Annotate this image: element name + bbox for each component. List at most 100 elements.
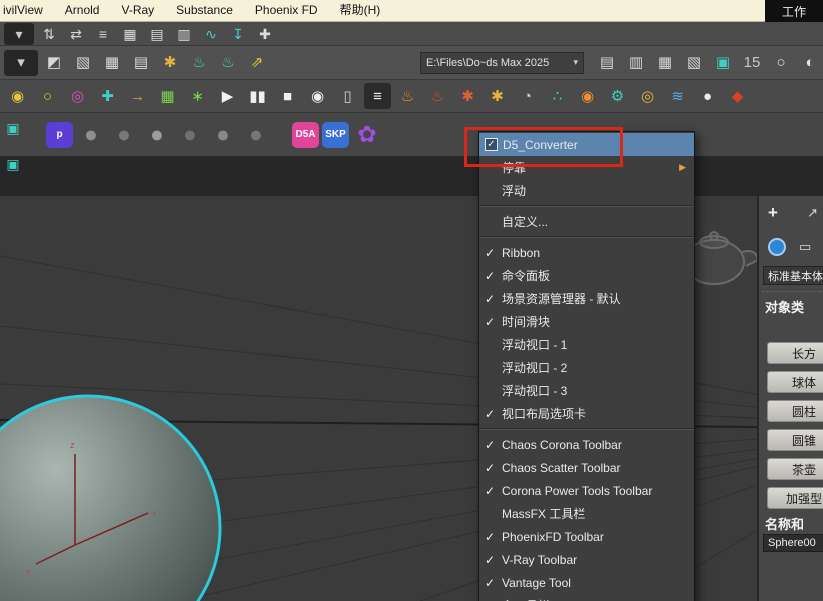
- dope-sheet-icon[interactable]: ↧: [226, 23, 250, 45]
- gear-icon-teal[interactable]: ⚙: [604, 83, 631, 109]
- material-sphere-icon-6[interactable]: ●: [241, 120, 271, 150]
- sphere-icon-white[interactable]: ●: [694, 83, 721, 109]
- name-color-rollout[interactable]: 名称和: [765, 514, 804, 533]
- pause-button[interactable]: ▮▮: [244, 83, 271, 109]
- flame-icon-orange[interactable]: ♨: [394, 83, 421, 109]
- viewport-layout-tab-icon-2[interactable]: ▣: [2, 154, 24, 174]
- project-path-dropdown[interactable]: E:\Files\Do~ds Max 2025 ▾: [420, 52, 584, 74]
- waves-icon-blue[interactable]: ≋: [664, 83, 691, 109]
- curve-editor-icon[interactable]: ∿: [199, 23, 223, 45]
- context-menu-item-18[interactable]: MassFX 工具栏: [479, 502, 694, 525]
- context-menu-item-9[interactable]: ✓时间滑块: [479, 310, 694, 333]
- material-sphere-icon-2[interactable]: ●: [109, 120, 139, 150]
- zoom-flame-icon[interactable]: ◎: [634, 83, 661, 109]
- viewport-layout-tab-icon[interactable]: ▣: [2, 118, 24, 138]
- layer-stack-icon[interactable]: ▣: [710, 50, 736, 76]
- flame-icon-red[interactable]: ♨: [424, 83, 451, 109]
- select-object-icon[interactable]: ◩: [41, 50, 67, 76]
- workspace-dropdown[interactable]: ▾: [4, 50, 38, 76]
- crosshair-icon[interactable]: ✚: [253, 23, 277, 45]
- scene-table-icon[interactable]: ▦: [99, 50, 125, 76]
- context-menu-item-7[interactable]: ✓命令面板: [479, 264, 694, 287]
- primitive-button-2[interactable]: 圆柱: [767, 400, 823, 422]
- export-arrow-icon[interactable]: →: [124, 83, 151, 109]
- context-menu-item-11[interactable]: 浮动视口 - 2: [479, 356, 694, 379]
- stop-button[interactable]: ■: [274, 83, 301, 109]
- rotate-gizmo-icon[interactable]: ◉: [4, 83, 31, 109]
- drop-icon-orange[interactable]: ◉: [574, 83, 601, 109]
- populate-badge[interactable]: p: [46, 122, 73, 148]
- select-region-icon[interactable]: ▧: [70, 50, 96, 76]
- frame-badge-15[interactable]: 15: [739, 50, 765, 76]
- burst-icon-yellow[interactable]: ✱: [484, 83, 511, 109]
- timer-icon[interactable]: ◔: [514, 83, 541, 109]
- menubar-item-2[interactable]: V-Ray: [110, 0, 165, 21]
- material-sphere-icon-5[interactable]: ●: [208, 120, 238, 150]
- menubar-item-5[interactable]: 帮助(H): [329, 0, 392, 21]
- command-list-icon[interactable]: ≡: [364, 83, 391, 109]
- sphere-object[interactable]: [0, 396, 220, 601]
- bind-spacewarp-icon[interactable]: ≡: [91, 23, 115, 45]
- snowflake-icon[interactable]: ∗: [184, 83, 211, 109]
- context-menu-item-2[interactable]: 浮动: [479, 179, 694, 202]
- burst-icon-red[interactable]: ✱: [454, 83, 481, 109]
- context-menu-item-12[interactable]: 浮动视口 - 3: [479, 379, 694, 402]
- context-menu-item-6[interactable]: ✓Ribbon: [479, 241, 694, 264]
- primitive-button-1[interactable]: 球体: [767, 371, 823, 393]
- context-menu-item-22[interactable]: ✓主工具栏: [479, 594, 694, 601]
- array-table-icon[interactable]: ▦: [118, 23, 142, 45]
- render-teapot-icon-2[interactable]: ♨: [215, 50, 241, 76]
- render-half-icon[interactable]: ◐: [797, 50, 823, 76]
- context-menu-item-13[interactable]: ✓视口布局选项卡: [479, 402, 694, 425]
- flower-plugin-icon[interactable]: ✿: [352, 120, 382, 150]
- material-sphere-icon-3[interactable]: ●: [142, 120, 172, 150]
- primitive-button-4[interactable]: 茶壶: [767, 458, 823, 480]
- list-table-icon[interactable]: ▤: [145, 23, 169, 45]
- orbit-ring-icon[interactable]: ○: [34, 83, 61, 109]
- render-teapot-icon[interactable]: ♨: [186, 50, 212, 76]
- ribbon-toggle-icon[interactable]: ▧: [681, 50, 707, 76]
- context-menu-item-15[interactable]: ✓Chaos Corona Toolbar: [479, 433, 694, 456]
- primitive-button-3[interactable]: 圆锥: [767, 429, 823, 451]
- context-menu-item-0[interactable]: ✓D5_Converter: [479, 133, 694, 156]
- move-gizmo-icon[interactable]: ✚: [94, 83, 121, 109]
- mirror-star-icon[interactable]: ✱: [157, 50, 183, 76]
- play-button[interactable]: ▶: [214, 83, 241, 109]
- layer-explorer-icon[interactable]: ▥: [623, 50, 649, 76]
- float-panel-icon[interactable]: ↗: [807, 205, 818, 221]
- add-rollout-icon[interactable]: +: [768, 203, 778, 223]
- workspace-label[interactable]: 工作: [765, 0, 823, 22]
- object-type-rollout[interactable]: 对象类: [765, 297, 804, 316]
- zoom-icon[interactable]: ○: [768, 50, 794, 76]
- trash-icon[interactable]: ▯: [334, 83, 361, 109]
- context-menu-item-21[interactable]: ✓Vantage Tool: [479, 571, 694, 594]
- sketchup-export-badge[interactable]: SKP: [322, 122, 349, 148]
- primitive-button-5[interactable]: 加强型: [767, 487, 823, 509]
- container-explorer-icon[interactable]: ▦: [652, 50, 678, 76]
- magic-wand-icon[interactable]: ⇗: [244, 50, 270, 76]
- menubar-item-0[interactable]: ivilView: [0, 0, 54, 21]
- checker-map-icon[interactable]: ▦: [154, 83, 181, 109]
- context-menu-item-4[interactable]: 自定义...: [479, 210, 694, 233]
- unlink-icon[interactable]: ⇄: [64, 23, 88, 45]
- menubar-item-4[interactable]: Phoenix FD: [244, 0, 329, 21]
- primitive-type-dropdown[interactable]: 标准基本体: [763, 266, 823, 285]
- context-menu-item-16[interactable]: ✓Chaos Scatter Toolbar: [479, 456, 694, 479]
- scatter-icon[interactable]: ∴: [544, 83, 571, 109]
- material-sphere-icon-1[interactable]: ●: [76, 120, 106, 150]
- context-menu-item-19[interactable]: ✓PhoenixFD Toolbar: [479, 525, 694, 548]
- context-menu-item-1[interactable]: 停靠▶: [479, 156, 694, 179]
- material-sphere-icon-4[interactable]: ●: [175, 120, 205, 150]
- d5-converter-badge[interactable]: D5A: [292, 122, 319, 148]
- context-menu-item-20[interactable]: ✓V-Ray Toolbar: [479, 548, 694, 571]
- geometry-category-icon[interactable]: [768, 238, 786, 256]
- context-menu-item-17[interactable]: ✓Corona Power Tools Toolbar: [479, 479, 694, 502]
- bucket-icon-red[interactable]: ◆: [724, 83, 751, 109]
- shapes-category-icon[interactable]: ▭: [799, 239, 811, 255]
- selection-filter-dropdown[interactable]: ▾: [4, 23, 34, 45]
- loop-button[interactable]: ◉: [304, 83, 331, 109]
- grid-view-icon[interactable]: ▥: [172, 23, 196, 45]
- menubar-item-1[interactable]: Arnold: [54, 0, 111, 21]
- link-icon[interactable]: ⇅: [37, 23, 61, 45]
- context-menu-item-10[interactable]: 浮动视口 - 1: [479, 333, 694, 356]
